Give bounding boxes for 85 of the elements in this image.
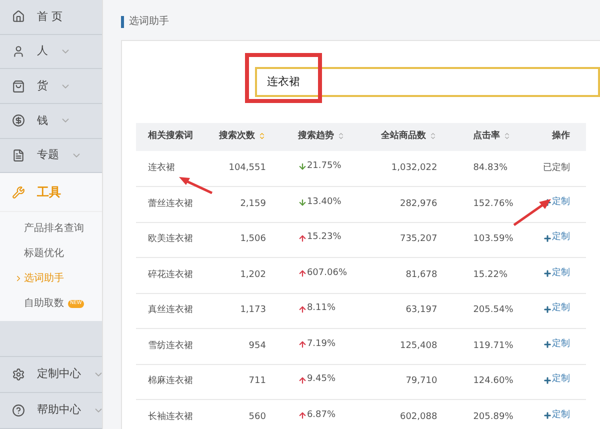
table-cell: 124.60%	[437, 364, 532, 400]
document-icon	[12, 149, 25, 162]
sort-icon	[503, 132, 512, 140]
table-cell: 15.23%	[298, 231, 342, 245]
table-cell: 长袖连衣裙	[136, 400, 208, 429]
person-icon	[12, 45, 25, 58]
chevron-right-icon	[14, 274, 23, 284]
table-cell: 119.71%	[437, 328, 532, 364]
annotation-arrow	[512, 198, 552, 226]
sort-icon	[429, 132, 438, 140]
column-header[interactable]: 搜索趋势	[266, 123, 368, 151]
table-cell: 711	[207, 364, 266, 400]
table-cell: 2,159	[207, 186, 266, 222]
table-cell: 282,976	[367, 186, 438, 222]
sidebar-item[interactable]: 定制中心	[0, 357, 102, 393]
column-header: 相关搜索词	[136, 123, 208, 151]
table-cell: 1,202	[207, 258, 266, 293]
sidebar-item[interactable]: 专题	[0, 138, 102, 174]
plus-icon	[543, 376, 552, 385]
column-header[interactable]: 全站商品数	[367, 123, 438, 151]
customize-link[interactable]: 定制	[543, 373, 570, 387]
sort-icon	[336, 132, 345, 140]
column-header: 操作	[532, 123, 586, 151]
customize-link[interactable]: 定制	[543, 266, 570, 280]
home-icon	[12, 10, 25, 24]
table-cell: 205.54%	[437, 293, 532, 328]
plus-icon	[543, 269, 552, 278]
table-cell: 152.76%	[437, 186, 532, 222]
page-title: 选词助手	[121, 16, 600, 28]
search-field[interactable]: 连衣裙	[255, 67, 600, 97]
wrench-icon	[12, 186, 25, 199]
plus-icon	[543, 304, 552, 314]
table-cell: 79,710	[367, 364, 438, 400]
help-icon	[12, 404, 25, 417]
sidebar-item[interactable]: 人	[0, 34, 102, 70]
table-cell: 9.45%	[298, 373, 336, 387]
submenu-item[interactable]: 产品排名查询	[0, 220, 102, 238]
plus-icon	[543, 234, 552, 243]
table-cell: 103.59%	[437, 222, 532, 258]
table-cell: 735,207	[367, 222, 438, 258]
submenu-item[interactable]: 标题优化	[0, 244, 102, 263]
coin-icon	[12, 114, 25, 128]
table-cell: 15.22%	[437, 258, 532, 293]
table-cell: 7.19%	[298, 338, 336, 352]
table-cell: 63,197	[367, 293, 438, 328]
table-cell: 104,551	[207, 151, 266, 186]
table-cell: 84.83%	[437, 151, 532, 186]
table-cell: 蕾丝连衣裙	[136, 186, 208, 222]
sort-icon	[258, 132, 266, 140]
table-cell: 真丝连衣裙	[136, 293, 208, 328]
table-cell: 8.11%	[298, 302, 336, 316]
plus-icon	[543, 340, 552, 350]
table-cell: 碎花连衣裙	[136, 258, 208, 293]
settings-icon	[12, 368, 25, 381]
sidebar-item[interactable]: 首 页	[0, 0, 102, 35]
sidebar-item[interactable]: 货	[0, 69, 102, 104]
table-cell: 205.89%	[437, 400, 532, 429]
sidebar-item[interactable]: 帮助中心	[0, 393, 102, 429]
table-cell: 1,032,022	[367, 151, 438, 186]
table-cell: 81,678	[367, 258, 438, 293]
table-cell: 954	[207, 328, 266, 364]
sidebar-item[interactable]: 钱	[0, 104, 102, 139]
table-cell: 1,506	[207, 222, 266, 258]
table-cell: 607.06%	[298, 266, 347, 280]
customize-link[interactable]: 定制	[543, 231, 570, 245]
table-cell: 连衣裙	[136, 151, 208, 186]
customize-link[interactable]: 定制	[543, 338, 570, 352]
plus-icon	[543, 411, 552, 420]
table-cell: 125,408	[367, 328, 438, 364]
table-cell: 13.40%	[298, 196, 342, 210]
table-cell: 6.87%	[298, 408, 336, 422]
status-text: 已定制	[543, 162, 570, 173]
customize-link[interactable]: 定制	[543, 302, 570, 316]
column-header[interactable]: 搜索次数	[207, 123, 266, 151]
table-cell: 602,088	[367, 400, 438, 429]
column-header[interactable]: 点击率	[437, 123, 532, 151]
annotation-arrow	[178, 176, 214, 194]
customize-link[interactable]: 定制	[543, 408, 570, 422]
table-cell: 棉麻连衣裙	[136, 364, 208, 400]
table-cell: 21.75%	[298, 160, 342, 174]
table-cell: 欧美连衣裙	[136, 222, 208, 258]
table-cell: 1,173	[207, 293, 266, 328]
bag-icon	[12, 80, 25, 93]
table-cell: 560	[207, 400, 266, 429]
table-cell: 雪纺连衣裙	[136, 328, 208, 364]
